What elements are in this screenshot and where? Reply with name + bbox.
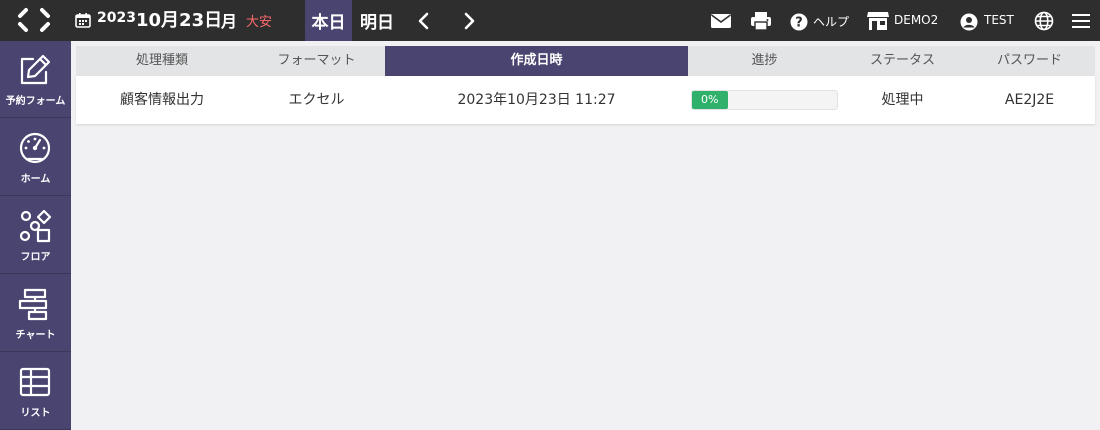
progress-label: 0%	[701, 93, 719, 106]
hamburger-menu-icon[interactable]	[1072, 11, 1090, 31]
user-icon[interactable]	[960, 12, 978, 32]
cell-type: 顧客情報出力	[120, 92, 204, 108]
sidebar-item-label: チャート	[15, 330, 56, 341]
date-year: 2023	[97, 10, 136, 26]
store-icon[interactable]	[866, 11, 890, 31]
store-name[interactable]: DEMO2	[894, 13, 938, 27]
sidebar-item-chart[interactable]: チャート	[0, 275, 71, 352]
top-bar: 2023 10月23日 月 大安 本日 明日 ? ヘルプ DEMO2 TEST	[0, 0, 1100, 41]
today-button[interactable]: 本日	[305, 0, 352, 41]
export-jobs-table: 処理種類 フォーマット 作成日時 進捗 ステータス パスワード 顧客情報出力 エ…	[76, 46, 1095, 124]
gauge-icon	[19, 132, 51, 164]
date-rokuyo: 大安	[246, 15, 273, 30]
progress-bar: 0%	[691, 90, 838, 110]
svg-text:?: ?	[795, 16, 803, 31]
next-day-button[interactable]	[458, 10, 480, 32]
prev-day-button[interactable]	[413, 10, 435, 32]
cell-format: エクセル	[288, 92, 345, 108]
column-header-format[interactable]: フォーマット	[248, 46, 385, 76]
globe-icon[interactable]	[1034, 11, 1054, 31]
tomorrow-button[interactable]: 明日	[357, 0, 397, 41]
shapes-icon	[19, 209, 52, 243]
user-name[interactable]: TEST	[984, 13, 1014, 27]
cell-created: 2023年10月23日 11:27	[457, 92, 616, 108]
edit-icon	[20, 54, 51, 85]
calendar-icon[interactable]	[75, 12, 91, 28]
sidebar-item-floor[interactable]: フロア	[0, 197, 71, 274]
help-icon[interactable]: ?	[790, 12, 808, 32]
date-month-day: 10月23日	[136, 10, 223, 31]
mail-icon[interactable]	[710, 11, 732, 31]
table-icon	[19, 367, 51, 397]
sidebar-item-home[interactable]: ホーム	[0, 119, 71, 196]
sidebar-item-label: 予約フォーム	[5, 96, 66, 107]
column-header-status[interactable]: ステータス	[841, 46, 964, 76]
app-logo-icon[interactable]	[16, 6, 52, 34]
date-weekday: 月	[221, 12, 238, 31]
column-header-created[interactable]: 作成日時	[385, 46, 688, 76]
chart-icon	[18, 288, 48, 321]
column-header-type[interactable]: 処理種類	[76, 46, 248, 76]
column-header-progress[interactable]: 進捗	[688, 46, 841, 76]
cell-status: 処理中	[881, 92, 924, 108]
column-header-password[interactable]: パスワード	[964, 46, 1095, 76]
sidebar-item-label: リスト	[20, 408, 51, 419]
sidebar-item-label: フロア	[20, 252, 51, 263]
chevron-left-icon	[418, 12, 429, 30]
table-row[interactable]: 顧客情報出力 エクセル 2023年10月23日 11:27 0% 処理中 AE2…	[76, 76, 1095, 124]
sidebar: 予約フォーム ホーム フロア チャート リスト	[0, 41, 71, 430]
chevron-right-icon	[464, 12, 475, 30]
sidebar-item-reservation-form[interactable]: 予約フォーム	[0, 41, 71, 118]
table-header: 処理種類 フォーマット 作成日時 進捗 ステータス パスワード	[76, 46, 1095, 76]
print-icon[interactable]	[750, 11, 772, 31]
help-link[interactable]: ヘルプ	[813, 13, 849, 30]
sidebar-item-list[interactable]: リスト	[0, 353, 71, 430]
cell-password: AE2J2E	[1004, 92, 1055, 108]
sidebar-item-label: ホーム	[20, 174, 51, 185]
